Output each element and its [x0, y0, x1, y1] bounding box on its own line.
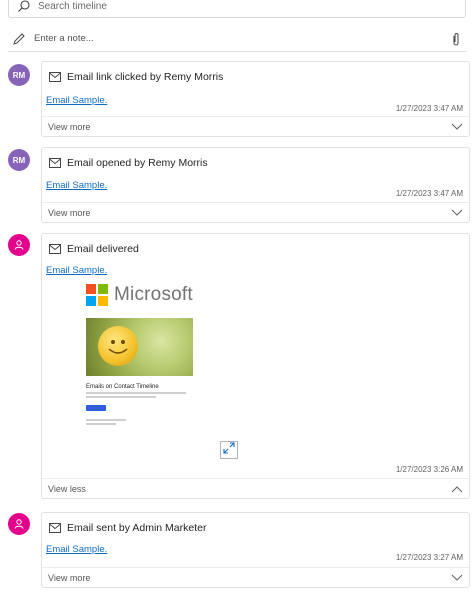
activity-timestamp: 1/27/2023 3:47 AM [395, 104, 463, 113]
chevron-down-icon[interactable] [451, 123, 463, 131]
activity-card: Email sent by Admin Marketer Email Sampl… [41, 512, 470, 588]
activity-card: Email delivered Email Sample. Microsoft … [41, 233, 470, 499]
chevron-up-icon[interactable] [451, 485, 463, 493]
pencil-icon [12, 32, 26, 46]
email-link[interactable]: Email Sample. [46, 265, 107, 276]
preview-heading: Emails on Contact Timeline [86, 384, 159, 390]
expand-button[interactable] [220, 441, 238, 459]
activity-timestamp: 1/27/2023 3:26 AM [395, 465, 463, 474]
activity-card: Email link clicked by Remy Morris Email … [41, 61, 470, 137]
attachment-icon[interactable] [450, 32, 462, 46]
expand-icon [223, 441, 235, 459]
chevron-down-icon[interactable] [451, 574, 463, 582]
note-input[interactable]: Enter a note... [8, 26, 466, 52]
email-icon [49, 158, 61, 168]
view-more-button[interactable]: View more [48, 573, 90, 583]
activity-timestamp: 1/27/2023 3:27 AM [395, 553, 463, 562]
activity-title: Email delivered [67, 243, 139, 255]
search-icon [17, 0, 31, 13]
email-preview[interactable]: Microsoft Emails on Contact Timeline [86, 284, 196, 425]
logo-text: Microsoft [114, 284, 193, 305]
smiley-image [98, 326, 138, 366]
search-placeholder: Search timeline [38, 0, 107, 12]
activity-timestamp: 1/27/2023 3:47 AM [395, 189, 463, 198]
email-icon [49, 244, 61, 254]
view-more-button[interactable]: View more [48, 122, 90, 132]
preview-text-line [86, 396, 156, 398]
hero-image [86, 318, 193, 376]
preview-text-line [86, 423, 116, 425]
system-user-icon [8, 234, 30, 256]
email-link[interactable]: Email Sample. [46, 180, 107, 191]
system-user-icon [8, 513, 30, 535]
preview-button [86, 405, 106, 411]
chevron-down-icon[interactable] [451, 209, 463, 217]
activity-title: Email opened by Remy Morris [67, 157, 208, 169]
preview-text-line [86, 419, 126, 421]
preview-text-line [86, 392, 186, 394]
avatar: RM [8, 64, 30, 86]
view-more-button[interactable]: View more [48, 208, 90, 218]
avatar: RM [8, 149, 30, 171]
email-link[interactable]: Email Sample. [46, 544, 107, 555]
email-icon [49, 523, 61, 533]
view-less-button[interactable]: View less [48, 484, 86, 494]
activity-title: Email sent by Admin Marketer [67, 522, 207, 534]
note-placeholder: Enter a note... [34, 33, 94, 44]
email-icon [49, 72, 61, 82]
email-link[interactable]: Email Sample. [46, 95, 107, 106]
activity-card: Email opened by Remy Morris Email Sample… [41, 147, 470, 223]
activity-title: Email link clicked by Remy Morris [67, 71, 224, 83]
microsoft-logo-icon [86, 284, 108, 306]
search-timeline-input[interactable]: Search timeline [8, 0, 466, 18]
